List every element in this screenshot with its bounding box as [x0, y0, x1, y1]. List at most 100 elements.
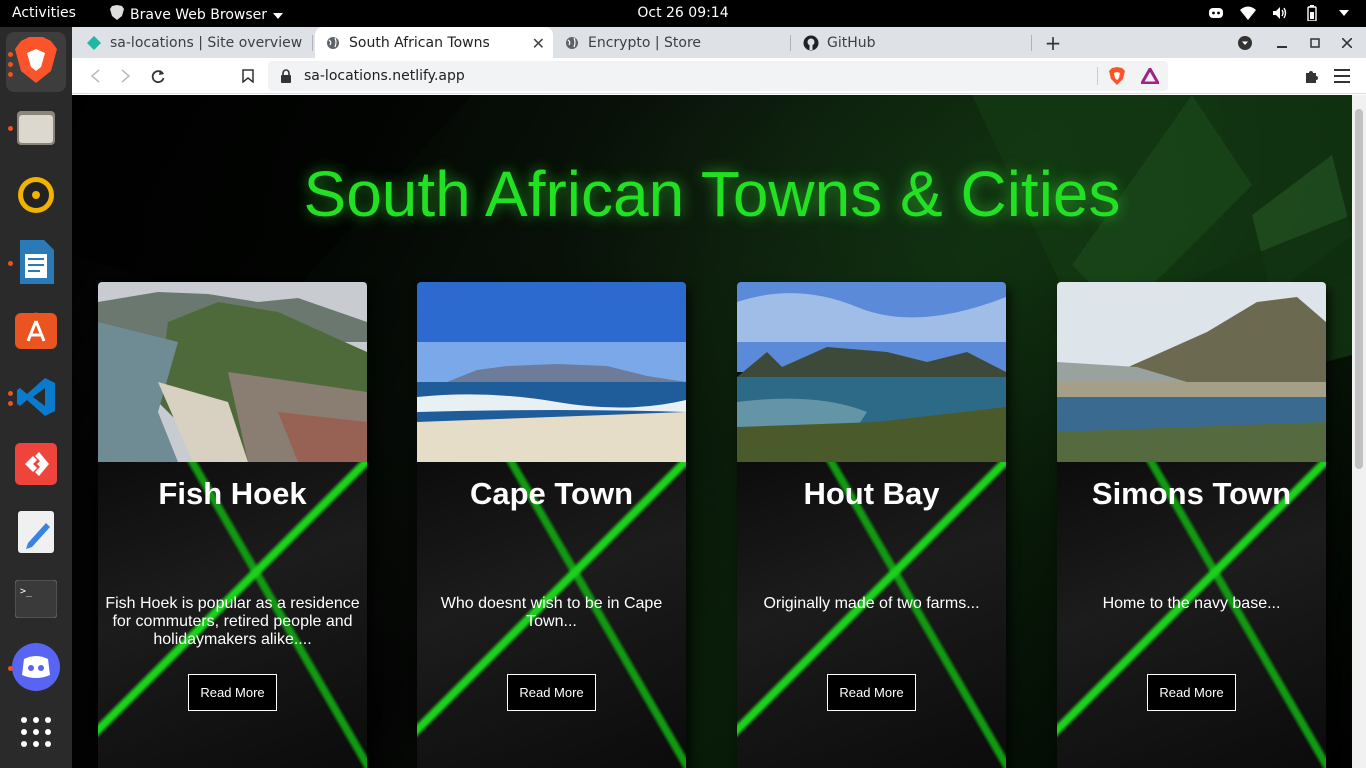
extensions-icon[interactable] — [1301, 65, 1323, 87]
close-tab-icon[interactable]: ✕ — [532, 34, 545, 53]
dock-vscode[interactable] — [6, 369, 66, 429]
ubuntu-software-icon — [14, 309, 58, 353]
tab-separator — [312, 35, 313, 51]
terminal-icon: >_ — [14, 579, 58, 622]
running-indicator — [8, 52, 13, 57]
running-indicator — [8, 391, 13, 396]
menu-icon[interactable] — [1331, 65, 1353, 87]
globe-icon — [325, 35, 341, 51]
brave-icon — [15, 37, 57, 87]
writer-icon — [18, 240, 54, 288]
card-description: Originally made of two farms... — [763, 595, 980, 612]
battery-icon[interactable] — [1304, 5, 1320, 21]
forward-button[interactable] — [115, 65, 137, 87]
system-top-bar: Activities Brave Web Browser Oct 26 09:1… — [0, 0, 1366, 27]
clock[interactable]: Oct 26 09:14 — [637, 5, 728, 21]
card-description: Fish Hoek is popular as a residence for … — [105, 595, 360, 648]
bookmark-button[interactable] — [237, 65, 259, 87]
tab-separator — [1031, 35, 1032, 51]
running-indicator — [8, 666, 13, 671]
read-more-button[interactable]: Read More — [188, 674, 277, 711]
tab-label: South African Towns — [349, 34, 490, 51]
location-card: Simons Town Home to the navy base... Rea… — [1057, 282, 1326, 768]
discord-tray-icon[interactable] — [1208, 5, 1224, 21]
card-description: Who doesnt wish to be in Cape Town... — [440, 595, 663, 630]
simons-town-photo — [1057, 282, 1326, 462]
netlify-icon — [86, 35, 102, 51]
svg-text:>_: >_ — [20, 586, 33, 597]
close-window-button[interactable] — [1336, 32, 1358, 54]
read-more-button[interactable]: Read More — [1147, 674, 1236, 711]
grid-icon — [20, 716, 52, 752]
hout-bay-photo — [737, 282, 1006, 462]
new-tab-button[interactable]: + — [1042, 31, 1064, 55]
back-button[interactable] — [84, 65, 106, 87]
tab-label: GitHub — [827, 34, 876, 51]
brave-shields-icon[interactable] — [1106, 65, 1128, 87]
running-indicator — [8, 261, 13, 266]
vscode-icon — [15, 376, 57, 422]
scrollbar-thumb[interactable] — [1355, 109, 1363, 469]
divider — [1097, 67, 1098, 85]
card-title: Cape Town — [469, 476, 634, 511]
brave-rewards-icon[interactable] — [1139, 65, 1161, 87]
tab-separator — [790, 35, 791, 51]
address-bar[interactable]: sa-locations.netlify.app — [268, 61, 1168, 91]
app-menu[interactable]: Brave Web Browser — [110, 5, 283, 24]
read-more-button[interactable]: Read More — [507, 674, 596, 711]
location-card: Cape Town Who doesnt wish to be in Cape … — [417, 282, 686, 768]
card-title: Simons Town — [1091, 476, 1292, 511]
activities-button[interactable]: Activities — [12, 5, 76, 21]
brave-app-icon — [110, 5, 124, 24]
dock-anydesk[interactable] — [6, 436, 66, 496]
minimize-button[interactable] — [1271, 32, 1293, 54]
files-icon — [16, 107, 56, 151]
browser-toolbar: sa-locations.netlify.app — [72, 58, 1366, 94]
maximize-button[interactable] — [1304, 32, 1326, 54]
location-card: Hout Bay Originally made of two farms...… — [737, 282, 1006, 768]
system-tray[interactable] — [1208, 5, 1352, 21]
dock-writer[interactable] — [6, 234, 66, 294]
running-indicator — [8, 62, 13, 67]
lock-icon[interactable] — [280, 68, 294, 84]
dock-discord[interactable] — [6, 639, 66, 699]
tab-south-african-towns[interactable]: South African Towns ✕ — [315, 27, 553, 58]
page-title: South African Towns & Cities — [303, 158, 1121, 230]
wifi-icon[interactable] — [1240, 5, 1256, 21]
power-menu-icon[interactable] — [1336, 5, 1352, 21]
dock-text-editor[interactable] — [6, 504, 66, 564]
text-editor-icon — [18, 511, 54, 557]
github-icon — [803, 35, 819, 51]
tab-encrypto-store[interactable]: Encrypto | Store — [554, 27, 790, 58]
running-indicator — [8, 72, 13, 77]
tab-github[interactable]: GitHub — [793, 27, 1031, 58]
location-card: Fish Hoek Fish Hoek is popular as a resi… — [98, 282, 367, 768]
page-scrollbar[interactable] — [1352, 95, 1366, 768]
tab-strip: sa-locations | Site overview South Afric… — [72, 27, 1366, 58]
read-more-button[interactable]: Read More — [827, 674, 916, 711]
running-indicator — [8, 401, 13, 406]
chevron-down-icon — [273, 7, 283, 23]
fish-hoek-photo — [98, 282, 367, 462]
cape-town-photo — [417, 282, 686, 462]
web-page: South African Towns & Cities Fish Hoek F… — [72, 95, 1352, 768]
card-description: Home to the navy base... — [1102, 595, 1281, 612]
volume-icon[interactable] — [1272, 5, 1288, 21]
tab-site-overview[interactable]: sa-locations | Site overview — [76, 27, 312, 58]
tab-label: Encrypto | Store — [588, 34, 702, 51]
url-text[interactable]: sa-locations.netlify.app — [304, 68, 465, 84]
show-applications-button[interactable] — [6, 704, 66, 764]
dock-brave[interactable] — [6, 32, 66, 92]
running-indicator — [8, 126, 13, 131]
dock-rhythmbox[interactable] — [6, 167, 66, 227]
anydesk-icon — [15, 443, 57, 489]
app-name: Brave Web Browser — [130, 6, 267, 23]
dock-ubuntu-software[interactable] — [6, 301, 66, 361]
dock-files[interactable] — [6, 99, 66, 159]
dock-terminal[interactable]: >_ — [6, 571, 66, 631]
globe-icon — [564, 35, 580, 51]
reload-button[interactable] — [147, 65, 169, 87]
dock: >_ — [0, 27, 72, 768]
tab-search-button[interactable] — [1234, 32, 1256, 54]
tab-label: sa-locations | Site overview — [110, 34, 303, 51]
